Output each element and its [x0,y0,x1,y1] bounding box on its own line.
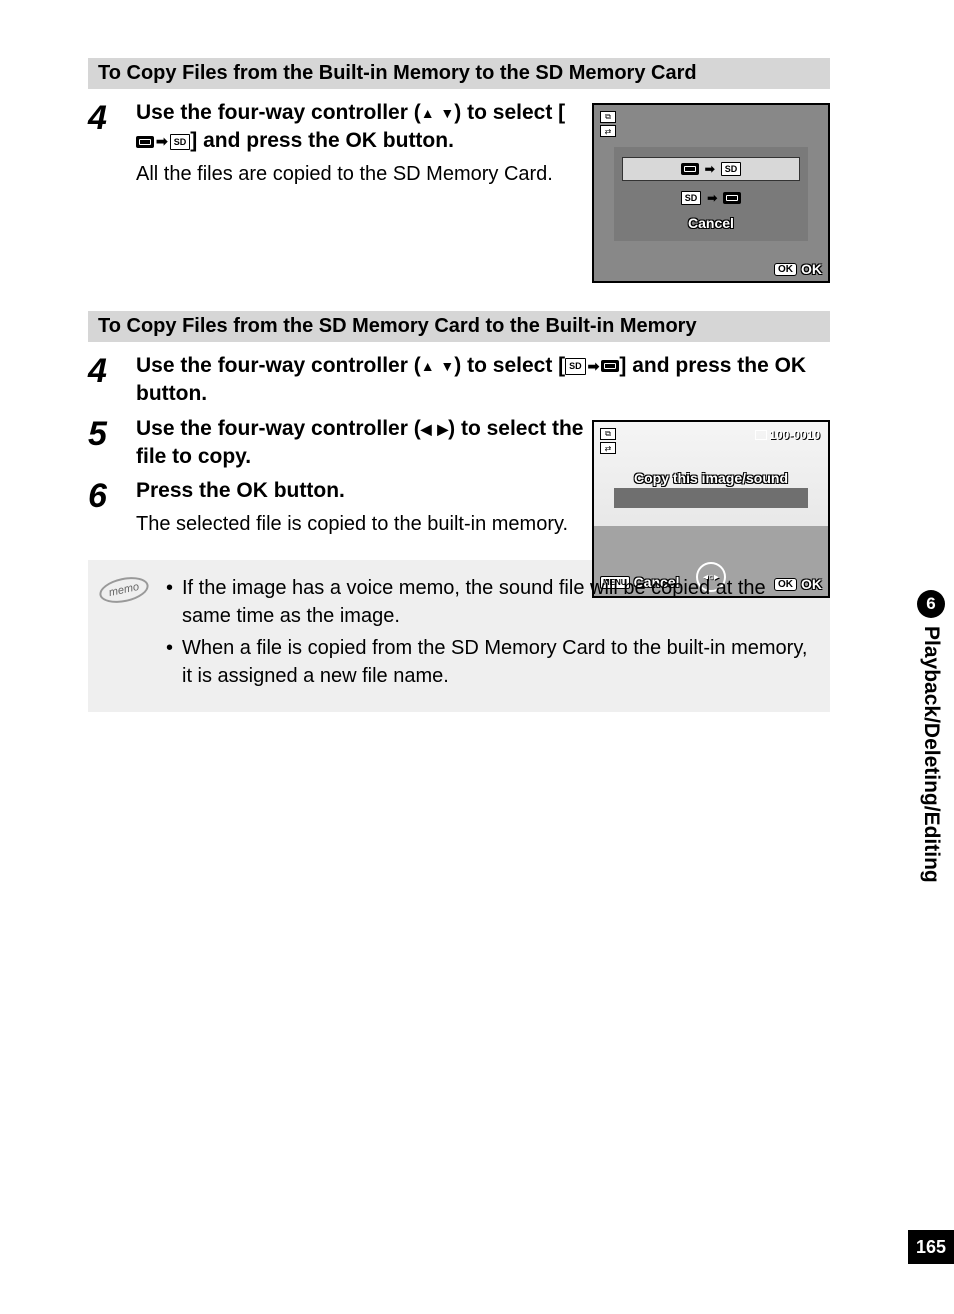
manual-page: To Copy Files from the Built-in Memory t… [0,0,954,1314]
photo-building [614,488,808,508]
right-triangle-icon: ▶ [437,420,448,439]
transfer-icon: ⇄ [600,442,616,454]
memo-note-block: memo If the image has a voice memo, the … [88,560,830,712]
step-6-row: 6 Press the OK button. The selected file… [88,477,598,537]
sd-to-internal-icon: SD ➡ [565,357,619,376]
text-part: Use the four-way controller ( [136,354,421,377]
step-body: Use the four-way controller (◀ ▶) to sel… [136,415,598,472]
step-number: 4 [88,352,136,388]
step-description: All the files are copied to the SD Memor… [136,160,574,188]
step-number: 6 [88,477,136,513]
arrow-right-icon: ➡ [705,162,715,176]
step-5-row: 5 Use the four-way controller (◀ ▶) to s… [88,415,598,472]
folder-icon [755,430,767,440]
content-area: To Copy Files from the Built-in Memory t… [0,0,870,712]
camera-screen-2: ⧉ ⇄ 100-0010 Copy this image/sound ◂○▸ M… [592,420,830,598]
text-part: ] and press the OK button. [190,129,454,152]
page-number: 165 [908,1230,954,1264]
sd-card-icon: SD [565,358,586,374]
screen-status-icons: ⧉ ⇄ [600,111,616,137]
chapter-side-tab: 6 Playback/Deleting/Editing [908,590,954,980]
internal-to-sd-icon: ➡SD [136,132,190,151]
menu-option-sd-to-internal[interactable]: SD ➡ [622,187,800,209]
up-triangle-icon: ▲ [421,357,435,376]
text-part: Use the four-way controller ( [136,101,421,124]
section1-body: 4 Use the four-way controller (▲ ▼) to s… [88,99,830,283]
down-triangle-icon: ▼ [440,357,454,376]
chapter-number-badge: 6 [917,590,945,618]
chapter-title: Playback/Deleting/Editing [919,626,943,883]
step-heading: Use the four-way controller (▲ ▼) to sel… [136,99,574,156]
menu-cancel-option[interactable]: Cancel [622,215,800,231]
menu-option-internal-to-sd[interactable]: ➡ SD [622,157,800,181]
step-4-row: 4 Use the four-way controller (▲ ▼) to s… [88,99,574,188]
copy-prompt-banner: Copy this image/sound [594,470,828,486]
step-4b-row: 4 Use the four-way controller (▲ ▼) to s… [88,352,830,409]
transfer-icon: ⇄ [600,125,616,137]
down-triangle-icon: ▼ [440,104,454,123]
internal-memory-icon [681,163,699,175]
step-heading: Press the OK button. [136,477,598,505]
folder-number-label: 100-0010 [755,428,820,442]
text-part: Use the four-way controller ( [136,417,421,440]
memo-item: If the image has a voice memo, the sound… [166,574,812,630]
section1-title-bar: To Copy Files from the Built-in Memory t… [88,58,830,89]
step-number: 5 [88,415,136,451]
step-body: Use the four-way controller (▲ ▼) to sel… [136,99,574,188]
step-number: 4 [88,99,136,135]
text-part: ) to select [ [454,354,565,377]
arrow-right-icon: ➡ [588,357,600,376]
step-heading: Use the four-way controller (▲ ▼) to sel… [136,352,830,409]
memo-list: If the image has a voice memo, the sound… [166,574,812,694]
text-part: ) to select [ [454,101,565,124]
memo-icon: memo [96,574,152,694]
ok-indicator: OK OK [774,261,822,277]
step-body: Press the OK button. The selected file i… [136,477,598,537]
section2-body: 4 Use the four-way controller (▲ ▼) to s… [88,352,830,538]
internal-memory-icon [136,136,154,148]
ok-label: OK [801,261,822,277]
sd-card-icon: SD [170,134,191,150]
arrow-right-icon: ➡ [707,191,717,205]
screen-status-icons: ⧉ ⇄ [600,428,616,454]
internal-memory-icon [723,192,741,204]
internal-memory-icon [601,360,619,372]
step-body: Use the four-way controller (▲ ▼) to sel… [136,352,830,409]
section2-title-bar: To Copy Files from the SD Memory Card to… [88,311,830,342]
memo-badge: memo [97,573,151,607]
copy-menu: ➡ SD SD ➡ Cancel [614,147,808,241]
folder-number: 100-0010 [769,428,820,442]
copy-mode-icon: ⧉ [600,428,616,440]
sd-card-icon: SD [681,191,702,205]
step-heading: Use the four-way controller (◀ ▶) to sel… [136,415,598,472]
ok-button-icon: OK [774,263,797,276]
camera-screen-1: ⧉ ⇄ ➡ SD SD ➡ Cancel [592,103,830,283]
section1-text: 4 Use the four-way controller (▲ ▼) to s… [88,99,574,283]
up-triangle-icon: ▲ [421,104,435,123]
left-triangle-icon: ◀ [421,420,432,439]
memo-item: When a file is copied from the SD Memory… [166,634,812,690]
copy-mode-icon: ⧉ [600,111,616,123]
arrow-right-icon: ➡ [156,132,168,151]
sd-card-icon: SD [721,162,742,176]
step-description: The selected file is copied to the built… [136,510,598,538]
